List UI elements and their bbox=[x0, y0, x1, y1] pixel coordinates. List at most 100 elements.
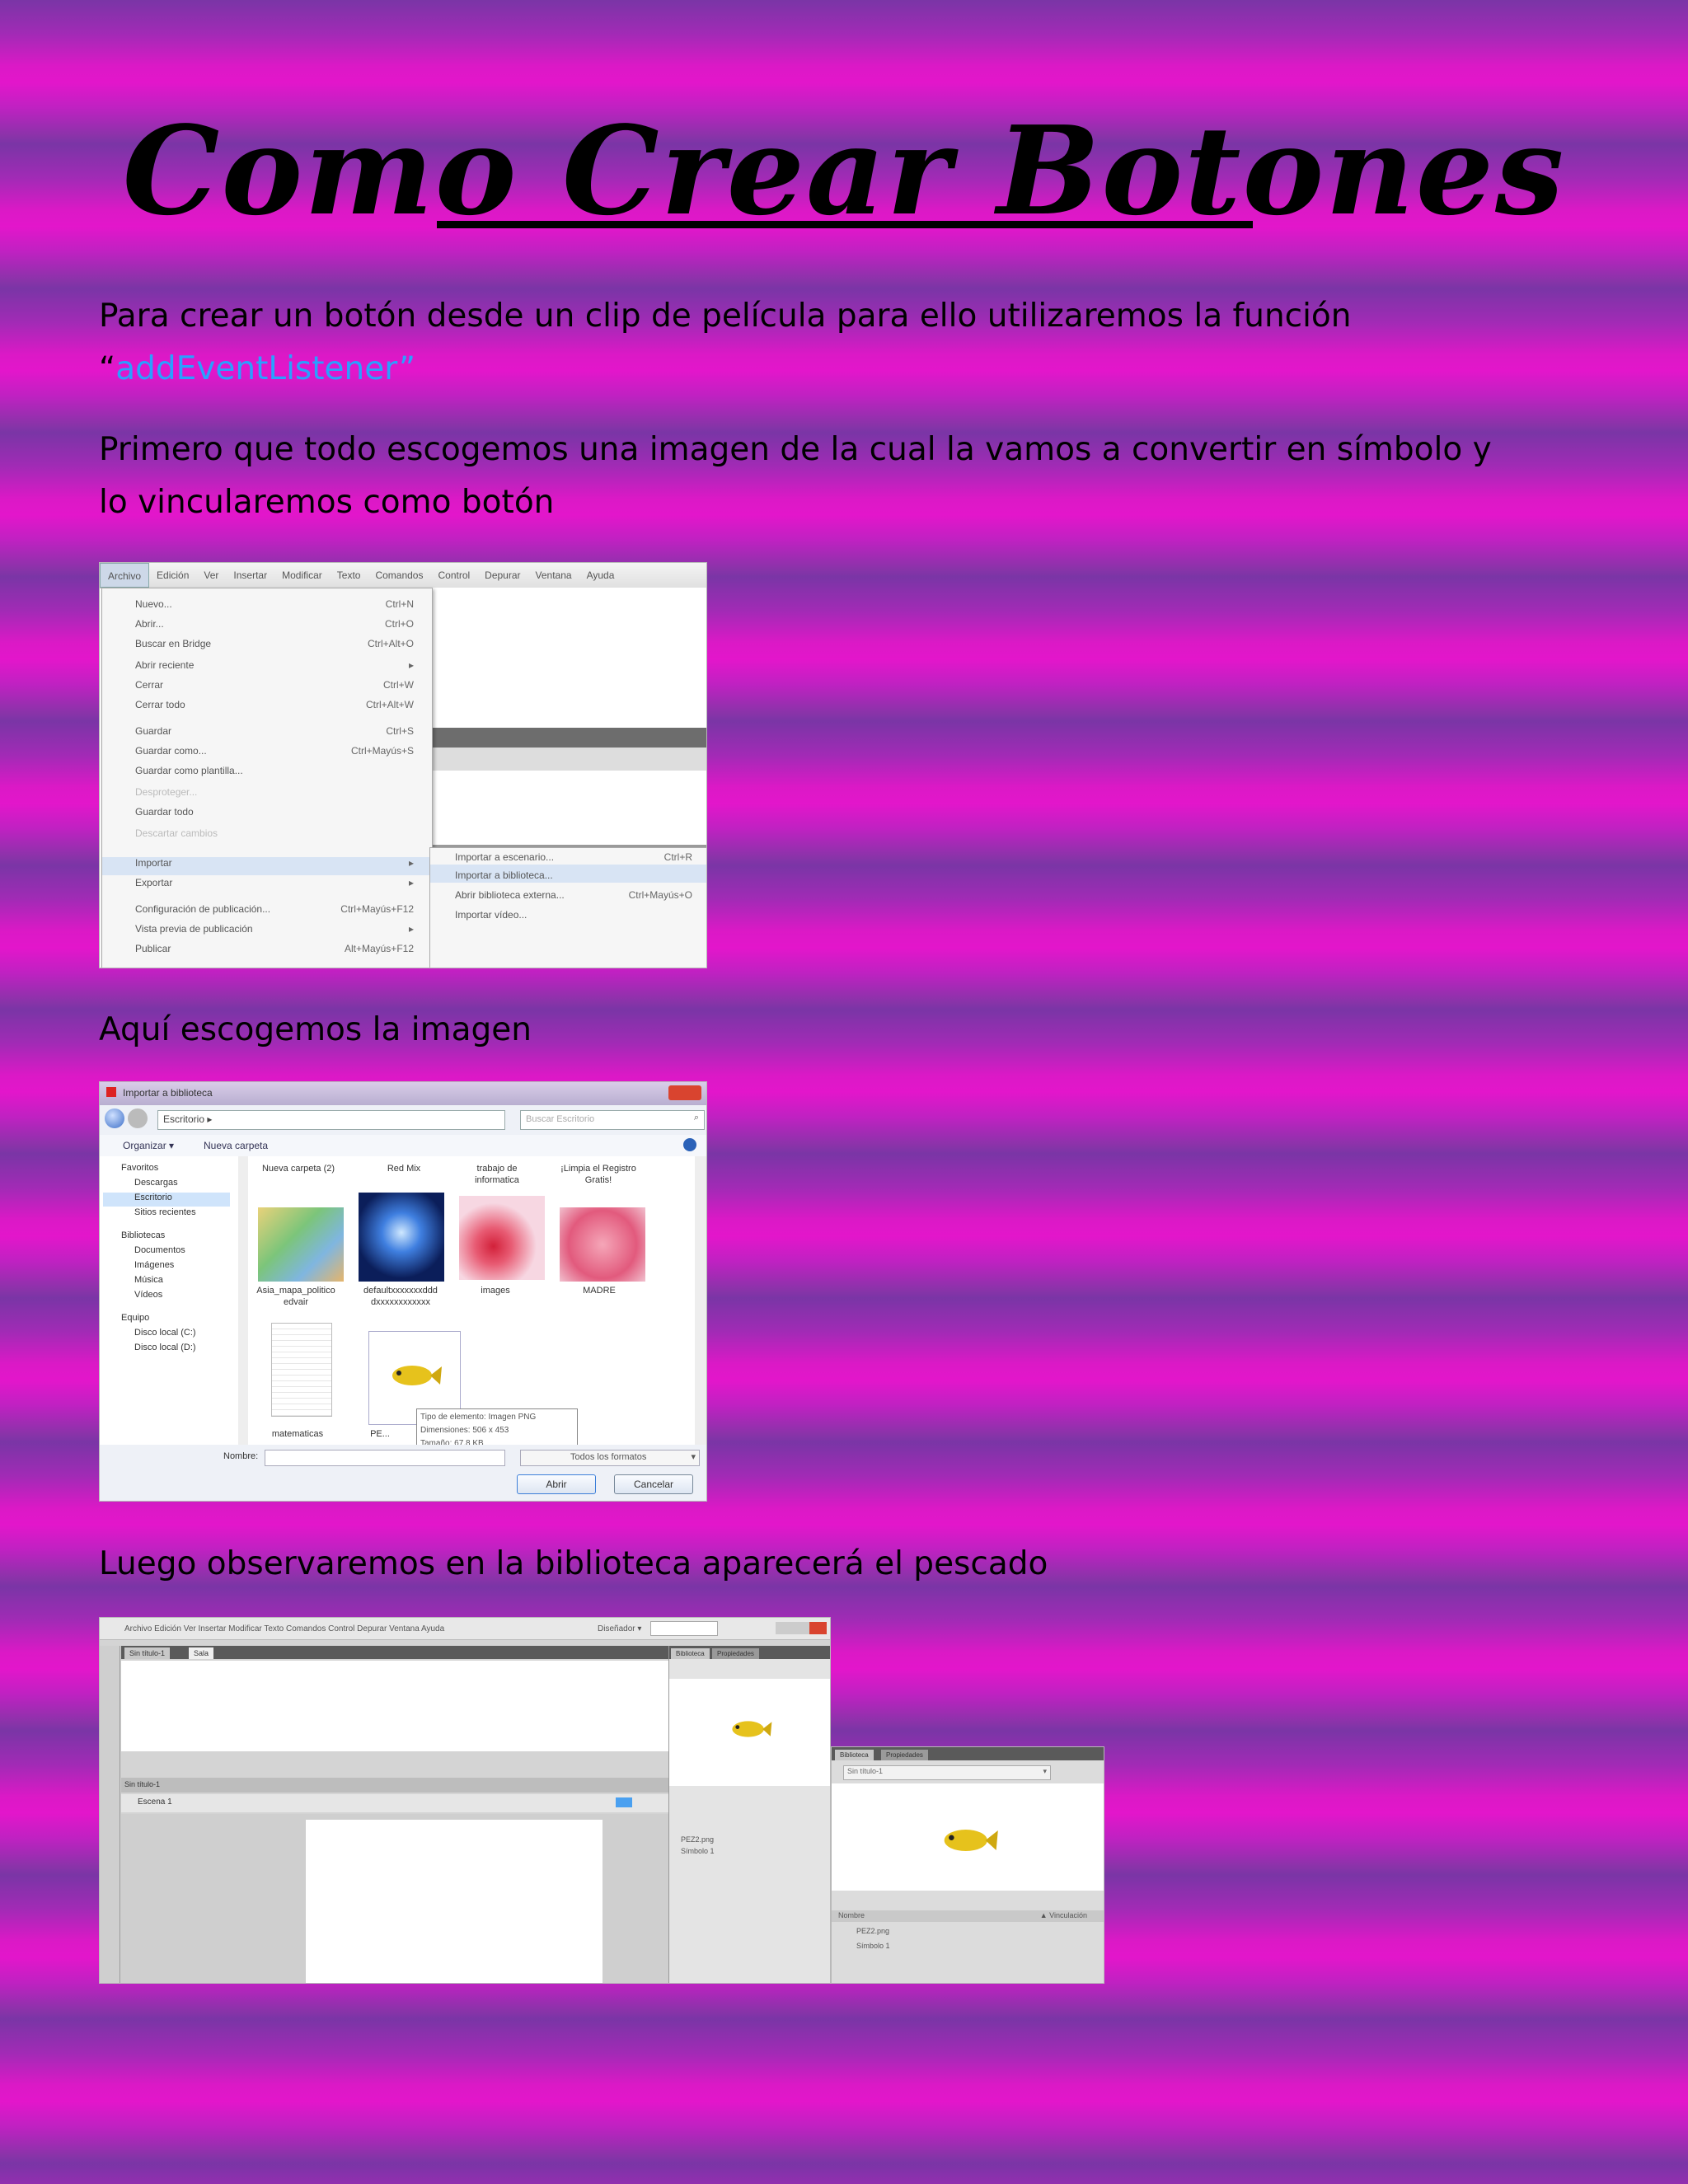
open-button[interactable]: Abrir bbox=[517, 1474, 596, 1494]
file-label[interactable]: images bbox=[454, 1285, 537, 1296]
menu-item[interactable]: Importar bbox=[135, 857, 172, 869]
column-header-name[interactable]: Nombre bbox=[838, 1911, 865, 1919]
menubar-item[interactable]: Ventana bbox=[528, 563, 579, 588]
menubar-item[interactable]: Texto bbox=[330, 563, 368, 588]
sidebar-item[interactable]: Disco local (C:) bbox=[134, 1328, 196, 1338]
sidebar-item[interactable]: Descargas bbox=[134, 1178, 178, 1188]
menu-item[interactable]: Guardar bbox=[135, 725, 171, 737]
submenu-item[interactable]: Abrir biblioteca externa... bbox=[455, 889, 565, 901]
menubar-item[interactable]: Insertar bbox=[226, 563, 274, 588]
zoom-field[interactable] bbox=[616, 1797, 632, 1807]
menu-item[interactable]: Guardar como... bbox=[135, 745, 207, 757]
filetype-select[interactable]: Todos los formatos ▾ bbox=[520, 1450, 700, 1466]
sidebar-item[interactable]: Favoritos bbox=[121, 1163, 158, 1173]
menu-item[interactable]: Configuración de publicación... bbox=[135, 903, 270, 915]
sidebar-item[interactable]: Imágenes bbox=[134, 1260, 174, 1270]
menubar-item[interactable]: Comandos bbox=[368, 563, 430, 588]
search-input[interactable] bbox=[650, 1621, 718, 1636]
library-row[interactable]: PEZ2.png bbox=[681, 1835, 714, 1844]
menu-item[interactable]: Abrir... bbox=[135, 618, 164, 630]
files-scrollbar[interactable] bbox=[695, 1156, 706, 1445]
menubar-item[interactable]: Ayuda bbox=[579, 563, 622, 588]
column-header-linkage[interactable]: ▲ Vinculación bbox=[1040, 1911, 1087, 1919]
close-icon[interactable] bbox=[668, 1085, 701, 1100]
file-label[interactable]: MADRE bbox=[550, 1285, 649, 1296]
menu-shortcut: Ctrl+Alt+W bbox=[365, 699, 414, 710]
menubar-item[interactable]: Edición bbox=[149, 563, 196, 588]
menubar-item[interactable]: Depurar bbox=[477, 563, 528, 588]
menu-item[interactable]: Nuevo... bbox=[135, 598, 172, 610]
search-input[interactable]: Buscar Escritorio ⌕ bbox=[520, 1110, 705, 1130]
madre-thumbnail[interactable] bbox=[560, 1207, 645, 1282]
library-preview bbox=[832, 1783, 1104, 1891]
sidebar-item[interactable]: Sitios recientes bbox=[134, 1207, 196, 1217]
menu-item[interactable]: Descartar cambios bbox=[135, 827, 218, 839]
menu-item[interactable]: Cerrar bbox=[135, 679, 163, 691]
organize-button[interactable]: Organizar ▾ bbox=[123, 1140, 174, 1151]
library-row[interactable]: Símbolo 1 bbox=[681, 1847, 715, 1855]
file-label[interactable]: trabajo de informatica bbox=[456, 1163, 538, 1186]
menu-item[interactable]: Exportar bbox=[135, 877, 172, 888]
menu-shortcut: Ctrl+S bbox=[386, 725, 414, 737]
menu-item[interactable]: Buscar en Bridge bbox=[135, 638, 211, 649]
doc-tab[interactable]: Sin título-1 bbox=[124, 1647, 171, 1659]
menu-item[interactable]: Abrir reciente bbox=[135, 659, 194, 671]
file-label[interactable]: Red Mix bbox=[350, 1163, 457, 1174]
document-select[interactable]: Sin título-1 ▾ bbox=[843, 1765, 1051, 1780]
menu-item[interactable]: Guardar como plantilla... bbox=[135, 765, 243, 776]
sidebar-item[interactable]: Documentos bbox=[134, 1245, 185, 1255]
file-label[interactable]: ¡Limpia el Registro Gratis! bbox=[553, 1163, 644, 1186]
skull-thumbnail[interactable] bbox=[359, 1193, 444, 1282]
menubar-item[interactable]: Archivo bbox=[100, 563, 150, 588]
menu-item[interactable]: Guardar todo bbox=[135, 806, 194, 818]
stage-tab[interactable]: Sin título-1 bbox=[124, 1780, 160, 1788]
address-text: Escritorio ▸ bbox=[163, 1113, 213, 1125]
sidebar-item[interactable]: Escritorio bbox=[134, 1193, 172, 1202]
menubar-item[interactable]: Ver bbox=[196, 563, 226, 588]
stage-tabbar: Sin título-1 bbox=[121, 1778, 690, 1793]
intro-quote: “ bbox=[99, 350, 116, 387]
doc-tab[interactable]: Sala bbox=[189, 1647, 214, 1659]
back-icon[interactable] bbox=[105, 1108, 124, 1128]
cancel-button[interactable]: Cancelar bbox=[614, 1474, 693, 1494]
library-tab[interactable]: Biblioteca bbox=[835, 1750, 874, 1760]
file-label[interactable]: PE... bbox=[355, 1428, 405, 1440]
sidebar-item[interactable]: Bibliotecas bbox=[121, 1230, 165, 1240]
sidebar-item[interactable]: Equipo bbox=[121, 1313, 149, 1323]
file-label[interactable]: Asia_mapa_politico edvair bbox=[245, 1285, 347, 1308]
import-submenu: Importar a escenario... Ctrl+R Importar a … bbox=[429, 847, 706, 968]
menu-item[interactable]: Vista previa de publicación bbox=[135, 923, 253, 935]
new-folder-button[interactable]: Nueva carpeta bbox=[204, 1140, 268, 1151]
submenu-item[interactable]: Importar vídeo... bbox=[455, 909, 527, 921]
forward-icon[interactable] bbox=[128, 1108, 148, 1128]
submenu-item[interactable]: Importar a biblioteca... bbox=[455, 869, 553, 881]
file-label[interactable]: matematicas bbox=[246, 1428, 349, 1440]
help-icon[interactable] bbox=[683, 1138, 696, 1151]
menu-item[interactable]: Publicar bbox=[135, 943, 171, 954]
filename-field[interactable] bbox=[265, 1450, 505, 1466]
menu-item[interactable]: Cerrar todo bbox=[135, 699, 185, 710]
menubar-item[interactable]: Modificar bbox=[274, 563, 330, 588]
address-bar[interactable]: Escritorio ▸ bbox=[157, 1110, 505, 1130]
submenu-item[interactable]: Importar a escenario... bbox=[455, 851, 554, 863]
library-row[interactable]: Símbolo 1 bbox=[856, 1942, 890, 1950]
file-label[interactable]: Nueva carpeta (2) bbox=[245, 1163, 352, 1174]
menu-item[interactable]: Desproteger... bbox=[135, 786, 197, 798]
library-tab[interactable]: Biblioteca bbox=[671, 1648, 710, 1659]
step3-paragraph: Luego observaremos en la biblioteca apar… bbox=[99, 1545, 1048, 1582]
sidebar-item[interactable]: Música bbox=[134, 1275, 163, 1285]
sidebar-item[interactable]: Disco local (D:) bbox=[134, 1343, 196, 1352]
properties-tab[interactable]: Propiedades bbox=[881, 1750, 928, 1760]
library-row[interactable]: PEZ2.png bbox=[856, 1927, 889, 1935]
file-label[interactable]: defaultxxxxxxxddd dxxxxxxxxxxxx bbox=[347, 1285, 454, 1308]
properties-tab[interactable]: Propiedades bbox=[712, 1648, 759, 1659]
workspace-select[interactable]: Diseñador ▾ bbox=[598, 1624, 641, 1633]
file-area: Nueva carpeta (2) Red Mix trabajo de inf… bbox=[248, 1156, 697, 1445]
tools-panel bbox=[100, 1646, 120, 1983]
map-thumbnail[interactable] bbox=[258, 1207, 344, 1282]
roses-thumbnail[interactable] bbox=[459, 1196, 545, 1280]
document-thumbnail[interactable] bbox=[271, 1323, 332, 1417]
sidebar-item[interactable]: Vídeos bbox=[134, 1290, 162, 1300]
menubar-item[interactable]: Control bbox=[430, 563, 477, 588]
window-controls[interactable] bbox=[776, 1622, 827, 1634]
